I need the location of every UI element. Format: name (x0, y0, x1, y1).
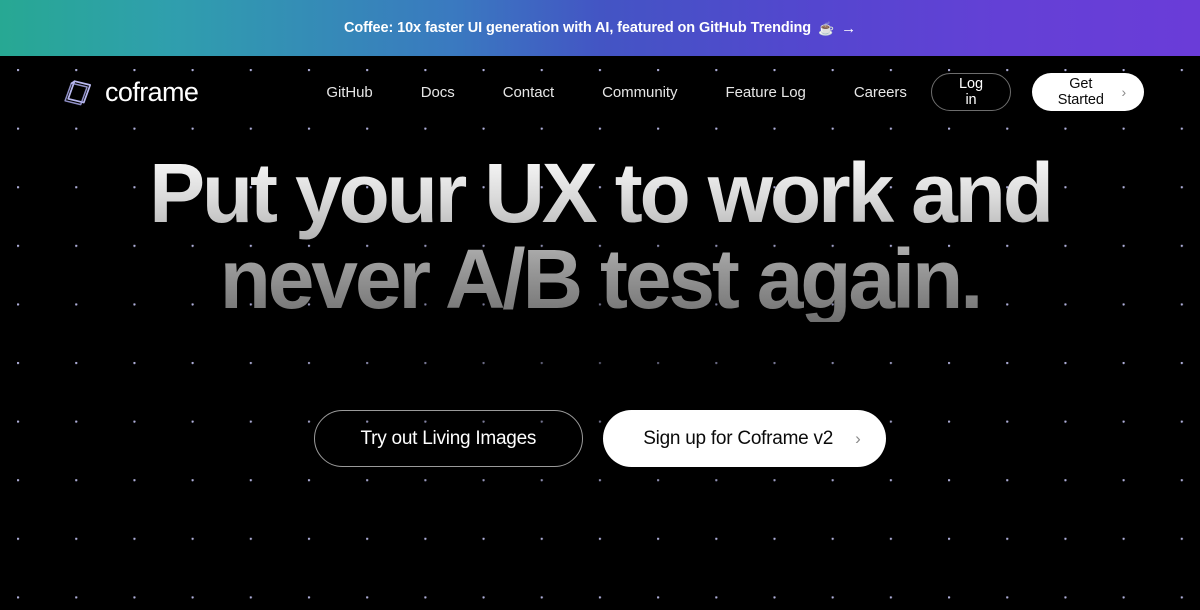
hero-cta-row: Try out Living Images Sign up for Cofram… (313, 410, 887, 467)
coffee-emoji-icon: ☕ (818, 20, 835, 36)
try-living-images-button[interactable]: Try out Living Images (313, 410, 584, 467)
hero-headline: Put your UX to work and never A/B test a… (149, 150, 1051, 322)
nav-item-docs[interactable]: Docs (397, 78, 479, 107)
nav-item-careers[interactable]: Careers (830, 78, 931, 107)
login-button[interactable]: Log in (930, 73, 1012, 111)
hero-section: Put your UX to work and never A/B test a… (0, 128, 1200, 467)
announcement-banner-text: Coffee: 10x faster UI generation with AI… (343, 20, 812, 36)
coframe-cube-icon (64, 77, 94, 107)
chevron-right-icon: › (855, 429, 861, 448)
get-started-button[interactable]: Get Started › (1032, 73, 1144, 111)
signup-coframe-v2-label: Sign up for Coframe v2 (643, 427, 834, 449)
nav-item-contact[interactable]: Contact (479, 78, 578, 107)
hero-headline-line-1: Put your UX to work and (149, 146, 1051, 240)
header-actions: Log in Get Started › (930, 73, 1144, 111)
hero-headline-line-2: never A/B test again. (219, 232, 981, 326)
main-nav: GitHub Docs Contact Community Feature Lo… (302, 78, 930, 107)
nav-item-feature-log[interactable]: Feature Log (701, 78, 829, 107)
signup-coframe-v2-button[interactable]: Sign up for Coframe v2 › (603, 410, 887, 467)
logo[interactable]: coframe (64, 76, 199, 107)
nav-item-community[interactable]: Community (578, 78, 701, 107)
logo-text: coframe (105, 76, 199, 107)
site-header: coframe GitHub Docs Contact Community Fe… (0, 56, 1200, 128)
announcement-banner[interactable]: Coffee: 10x faster UI generation with AI… (0, 0, 1200, 56)
get-started-button-label: Get Started (1057, 76, 1104, 108)
chevron-right-icon: › (1121, 84, 1126, 100)
nav-item-github[interactable]: GitHub (302, 78, 396, 107)
try-living-images-label: Try out Living Images (360, 427, 537, 449)
page-root: Coffee: 10x faster UI generation with AI… (0, 0, 1200, 610)
login-button-label: Log in (959, 76, 983, 108)
announcement-banner-content[interactable]: Coffee: 10x faster UI generation with AI… (344, 20, 856, 36)
arrow-right-icon: → (841, 19, 857, 37)
